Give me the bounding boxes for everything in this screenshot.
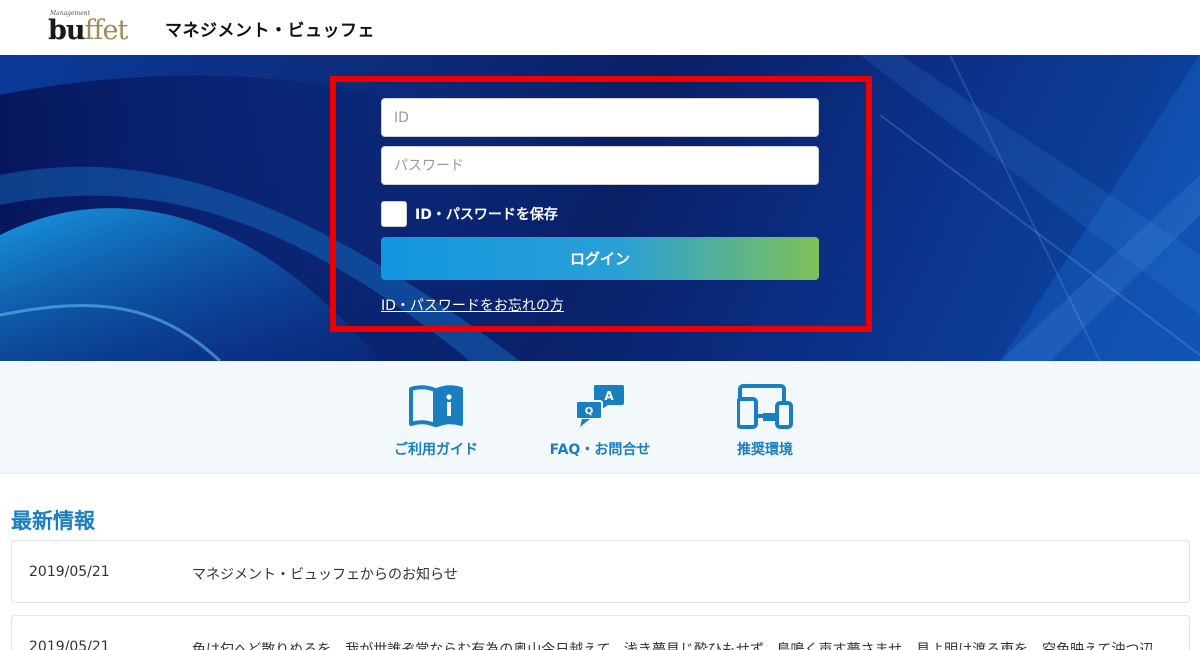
environment-link[interactable]: 推奨環境 [695, 383, 835, 459]
guide-label: ご利用ガイド [394, 442, 478, 458]
news-date: 2019/05/21 [29, 564, 110, 580]
logo-main-text: buffet [48, 15, 128, 46]
header: Management buffet マネジメント・ビュッフェ [0, 0, 1200, 55]
faq-label: FAQ・お問合せ [549, 442, 651, 458]
remember-row[interactable]: ID・パスワードを保存 [381, 201, 558, 227]
guide-link[interactable]: ご利用ガイド [366, 383, 506, 459]
site-title: マネジメント・ビュッフェ [165, 21, 375, 41]
book-info-icon [409, 385, 463, 427]
svg-text:Q: Q [585, 406, 594, 417]
qa-chat-icon: A Q [575, 385, 624, 427]
news-date: 2019/05/21 [29, 639, 110, 650]
hero-banner: ID・パスワードを保存 ログイン ID・パスワードをお忘れの方 [0, 55, 1200, 361]
login-form: ID・パスワードを保存 ログイン ID・パスワードをお忘れの方 [330, 76, 872, 332]
login-button[interactable]: ログイン [381, 237, 819, 280]
quick-links: ご利用ガイド A Q FAQ・お問合せ 推奨環境 [0, 361, 1200, 474]
password-input[interactable] [381, 146, 819, 185]
remember-checkbox[interactable] [381, 201, 407, 227]
svg-text:A: A [604, 389, 614, 403]
news-text[interactable]: 色は匂へど散りぬるを、我が世誰ぞ常ならむ有為の奥山今日越えて、浅き夢見じ酔ひもせ… [192, 639, 1153, 650]
news-heading: 最新情報 [11, 509, 95, 533]
forgot-password-link[interactable]: ID・パスワードをお忘れの方 [381, 295, 564, 315]
faq-link[interactable]: A Q FAQ・お問合せ [530, 383, 670, 459]
id-input[interactable] [381, 98, 819, 137]
news-text[interactable]: マネジメント・ビュッフェからのお知らせ [192, 564, 458, 584]
news-item[interactable]: 2019/05/21 色は匂へど散りぬるを、我が世誰ぞ常ならむ有為の奥山今日越え… [11, 615, 1190, 650]
logo[interactable]: Management buffet [48, 10, 128, 46]
environment-label: 推奨環境 [737, 442, 793, 458]
news-item[interactable]: 2019/05/21 マネジメント・ビュッフェからのお知らせ [11, 540, 1190, 603]
remember-label[interactable]: ID・パスワードを保存 [415, 204, 558, 224]
devices-icon [737, 384, 793, 429]
